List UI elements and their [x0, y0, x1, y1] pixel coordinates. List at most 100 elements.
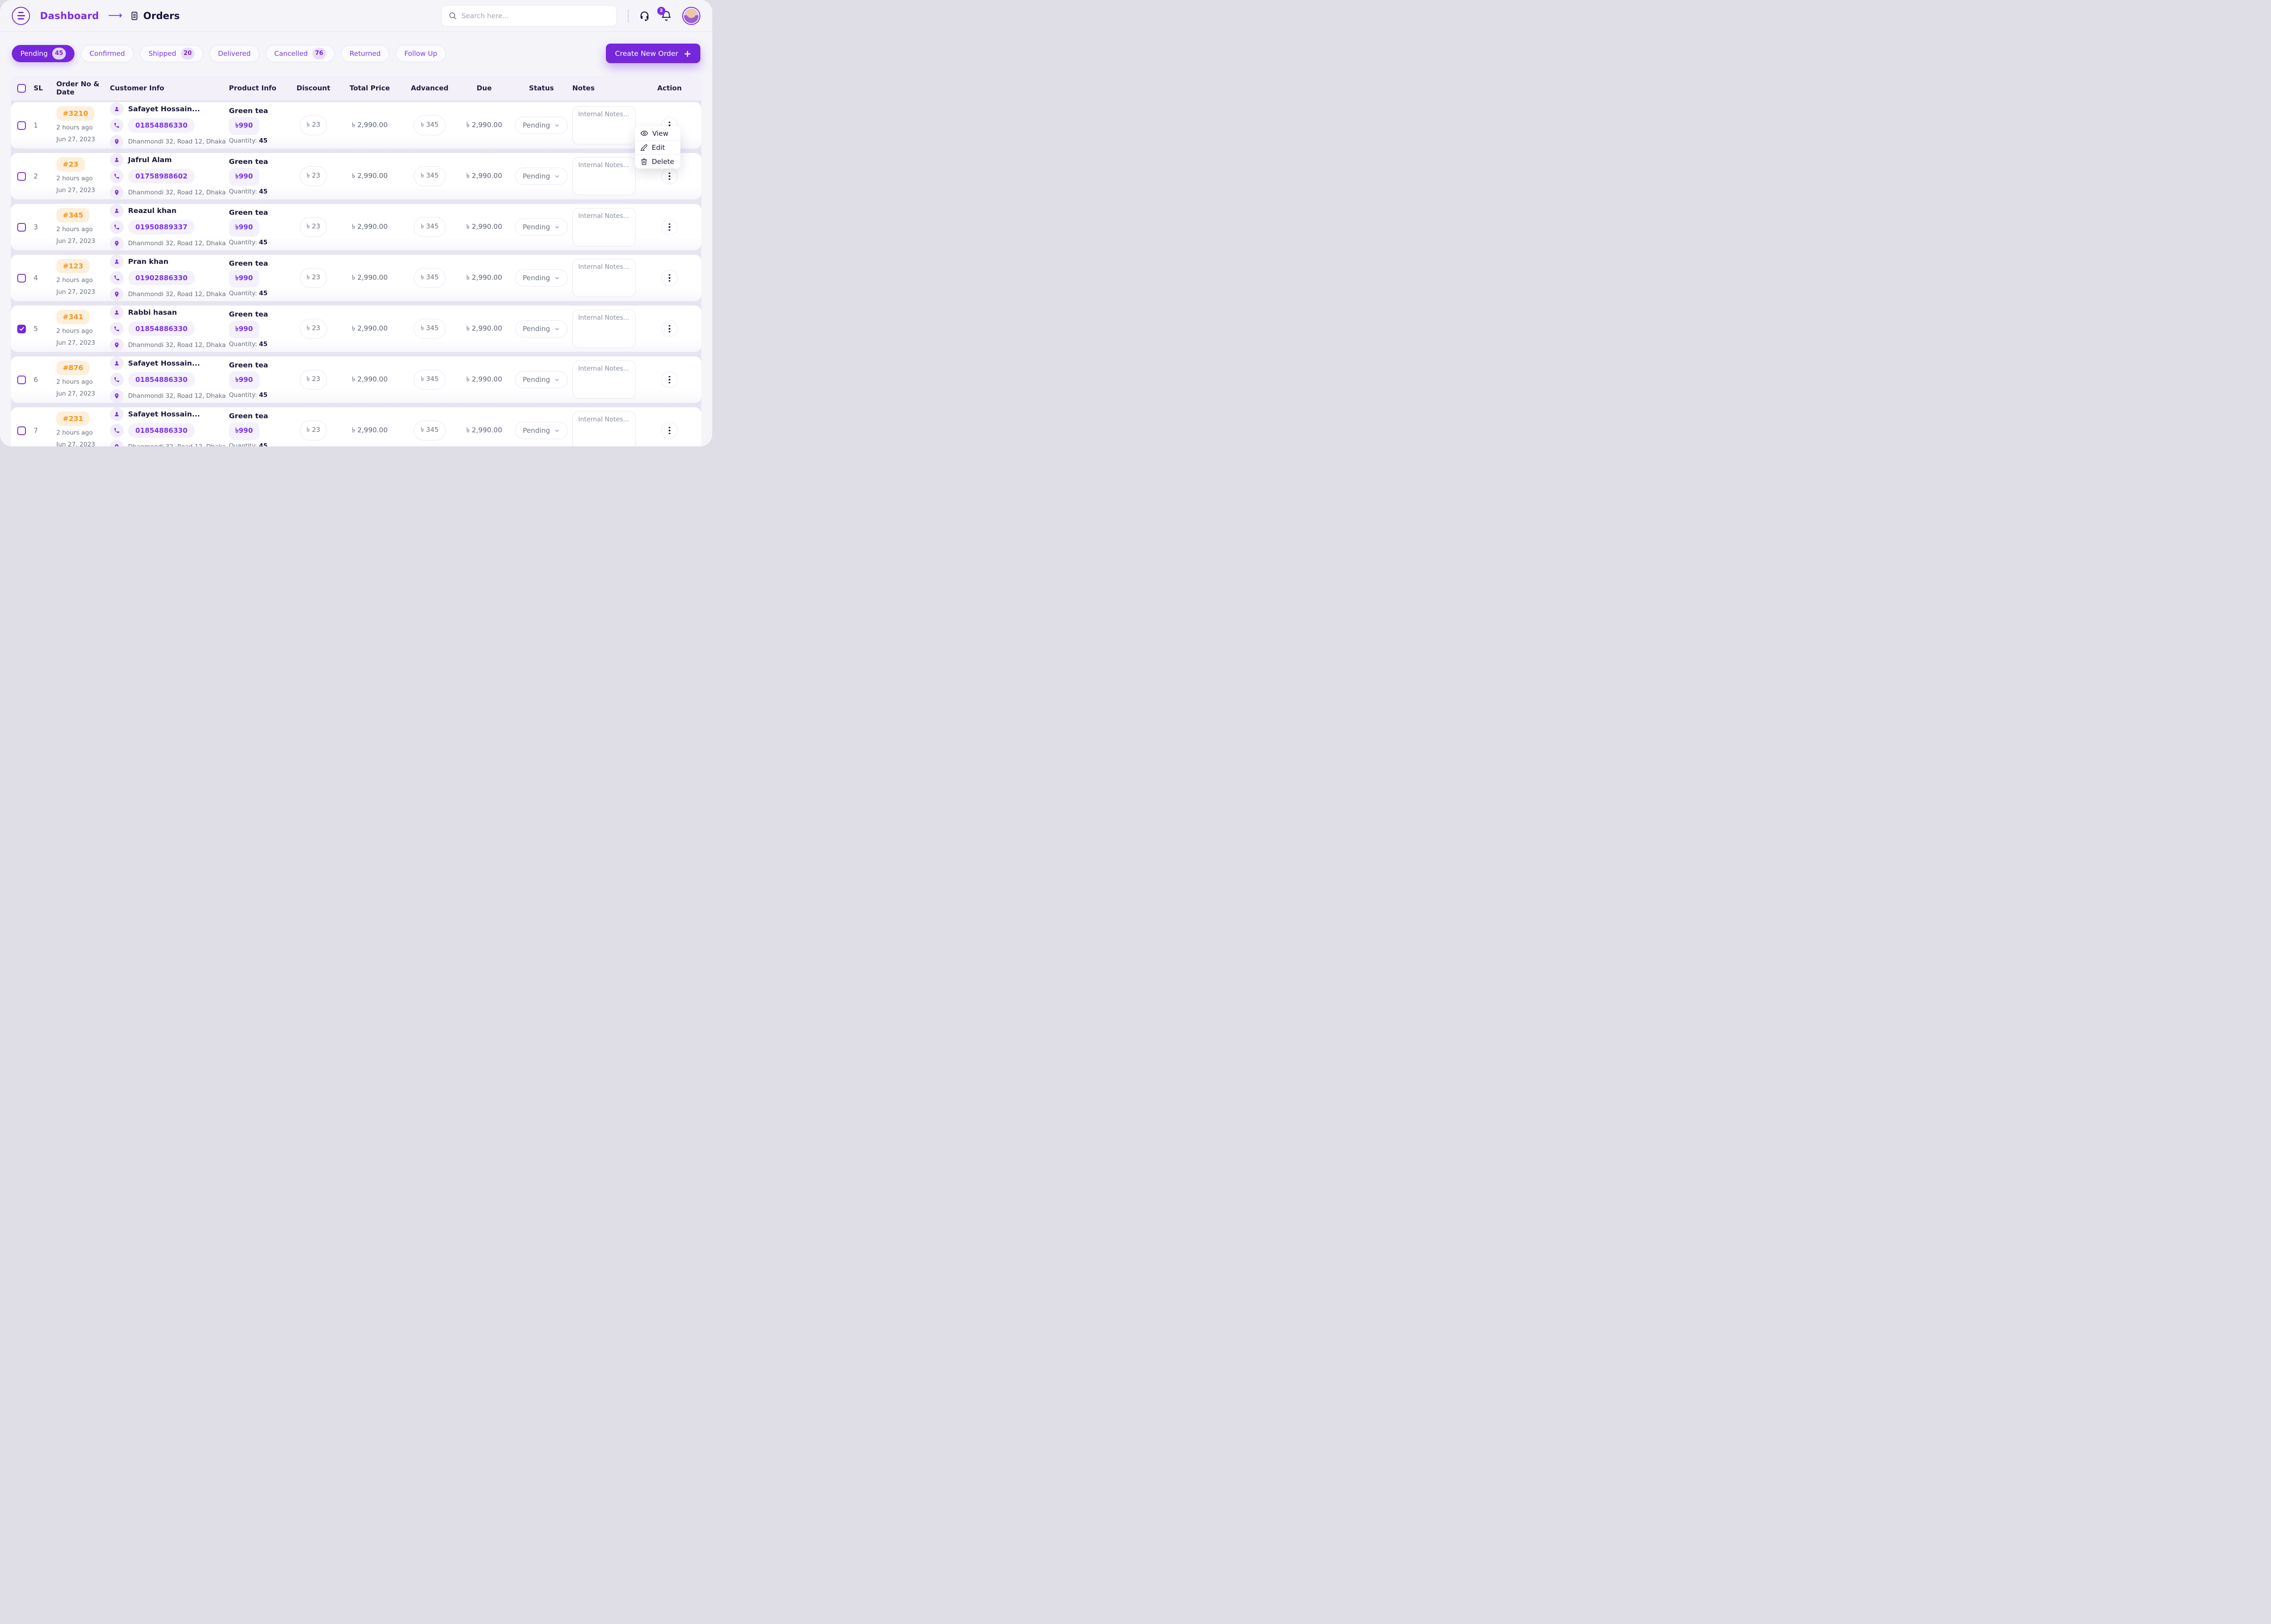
internal-notes-input[interactable]: Internal Notes...: [572, 411, 636, 446]
breadcrumb-dashboard-link[interactable]: Dashboard: [40, 10, 99, 21]
trash-icon: [640, 158, 648, 165]
filter-tab[interactable]: Returned: [341, 45, 390, 62]
headset-icon: [639, 10, 650, 22]
row-actions-button[interactable]: [661, 219, 678, 235]
select-all-checkbox[interactable]: [17, 84, 26, 93]
person-icon: [110, 153, 124, 167]
row-action-menu: View Edit Delete: [635, 126, 680, 168]
col-order: Order No & Date: [56, 80, 110, 96]
row-checkbox[interactable]: [17, 172, 26, 181]
product-cell: Green tea ৳990 Quantity: 45: [229, 259, 289, 297]
order-number-badge[interactable]: #23: [56, 157, 85, 172]
status-dropdown[interactable]: Pending: [515, 320, 568, 337]
status-dropdown[interactable]: Pending: [515, 168, 568, 185]
notifications-button[interactable]: 2: [660, 10, 672, 22]
menu-item-delete[interactable]: Delete: [635, 154, 680, 168]
menu-item-view[interactable]: View: [635, 126, 680, 140]
internal-notes-input[interactable]: Internal Notes...: [572, 361, 636, 399]
row-actions-button[interactable]: [661, 371, 678, 388]
status-label: Pending: [523, 223, 550, 231]
phone-icon: [110, 424, 124, 437]
status-dropdown[interactable]: Pending: [515, 422, 568, 439]
status-dropdown[interactable]: Pending: [515, 218, 568, 236]
location-pin-icon: [110, 389, 124, 403]
row-checkbox[interactable]: [17, 325, 26, 333]
customer-address: Dhanmondi 32, Road 12, Dhaka: [128, 189, 226, 196]
filter-tab[interactable]: Confirmed: [81, 45, 134, 62]
eye-icon: [640, 129, 648, 137]
filter-tab[interactable]: Follow Up: [396, 45, 446, 62]
filter-tab[interactable]: Cancelled 76: [266, 45, 335, 62]
filter-bar: Pending 45 Confirmed Shipped 20 Delivere…: [0, 32, 712, 63]
total-price-value: ৳ 2,990.00: [352, 426, 387, 434]
product-name: Green tea: [229, 107, 289, 115]
filter-tab[interactable]: Shipped 20: [140, 45, 203, 62]
filter-tab-label: Returned: [350, 50, 381, 58]
filter-tab[interactable]: Pending 45: [12, 45, 74, 62]
row-actions-button[interactable]: [661, 270, 678, 286]
menu-toggle-button[interactable]: [12, 7, 30, 25]
customer-phone[interactable]: 01950889337: [128, 220, 195, 234]
product-quantity: Quantity: 45: [229, 391, 289, 399]
status-dropdown[interactable]: Pending: [515, 371, 568, 388]
order-number-badge[interactable]: #345: [56, 208, 89, 223]
customer-phone[interactable]: 01902886330: [128, 271, 195, 285]
customer-phone[interactable]: 01854886330: [128, 322, 195, 336]
row-actions-button[interactable]: [661, 168, 678, 184]
internal-notes-input[interactable]: Internal Notes...: [572, 208, 636, 246]
row-checkbox[interactable]: [17, 426, 26, 435]
table-body: 1 #3210 2 hours ago Jun 27, 2023 Safayet…: [11, 100, 701, 446]
order-cell: #345 2 hours ago Jun 27, 2023: [56, 208, 110, 246]
search-input[interactable]: [461, 12, 610, 20]
internal-notes-input[interactable]: Internal Notes...: [572, 157, 636, 195]
product-price-badge: ৳990: [229, 219, 259, 237]
total-price-value: ৳ 2,990.00: [352, 121, 387, 129]
discount-value: ৳ 23: [300, 421, 327, 441]
internal-notes-input[interactable]: Internal Notes...: [572, 106, 636, 144]
product-name: Green tea: [229, 208, 289, 217]
col-total: Total Price: [338, 84, 402, 92]
internal-notes-input[interactable]: Internal Notes...: [572, 259, 636, 297]
order-number-badge[interactable]: #231: [56, 411, 89, 426]
row-checkbox[interactable]: [17, 121, 26, 130]
row-actions-button[interactable]: [661, 321, 678, 337]
chevron-down-icon: [554, 224, 560, 230]
product-cell: Green tea ৳990 Quantity: 45: [229, 310, 289, 348]
advanced-value: ৳ 345: [414, 421, 446, 441]
row-checkbox[interactable]: [17, 376, 26, 384]
menu-item-edit[interactable]: Edit: [635, 140, 680, 154]
order-number-badge[interactable]: #123: [56, 259, 89, 273]
order-number-badge[interactable]: #341: [56, 310, 89, 324]
due-value: ৳ 2,990.00: [466, 273, 502, 282]
row-checkbox[interactable]: [17, 274, 26, 282]
customer-phone[interactable]: 01854886330: [128, 118, 195, 133]
table-row: 4 #123 2 hours ago Jun 27, 2023 Pran kha…: [11, 255, 701, 301]
customer-phone[interactable]: 01854886330: [128, 423, 195, 438]
customer-phone[interactable]: 01854886330: [128, 372, 195, 387]
product-name: Green tea: [229, 158, 289, 166]
advanced-value: ৳ 345: [414, 370, 446, 390]
internal-notes-input[interactable]: Internal Notes...: [572, 310, 636, 348]
user-avatar[interactable]: [682, 7, 700, 25]
top-bar: Dashboard ⟶ Orders: [0, 0, 712, 32]
product-price-badge: ৳990: [229, 321, 259, 338]
row-actions-button[interactable]: [661, 422, 678, 439]
filter-tab-label: Delivered: [218, 50, 251, 58]
customer-phone[interactable]: 01758988602: [128, 169, 195, 183]
filter-tab[interactable]: Delivered: [209, 45, 259, 62]
search-box[interactable]: [441, 5, 617, 26]
support-button[interactable]: [639, 10, 650, 22]
status-dropdown[interactable]: Pending: [515, 117, 568, 134]
status-dropdown[interactable]: Pending: [515, 269, 568, 287]
row-checkbox[interactable]: [17, 223, 26, 232]
phone-icon: [110, 119, 124, 132]
status-label: Pending: [523, 325, 550, 333]
col-advanced: Advanced: [402, 84, 458, 92]
create-new-order-button[interactable]: Create New Order +: [606, 44, 700, 63]
order-number-badge[interactable]: #3210: [56, 106, 94, 121]
order-number-badge[interactable]: #876: [56, 361, 89, 375]
customer-address: Dhanmondi 32, Road 12, Dhaka: [128, 240, 226, 247]
order-time-ago: 2 hours ago: [56, 225, 110, 234]
order-cell: #341 2 hours ago Jun 27, 2023: [56, 310, 110, 348]
discount-value: ৳ 23: [300, 217, 327, 237]
